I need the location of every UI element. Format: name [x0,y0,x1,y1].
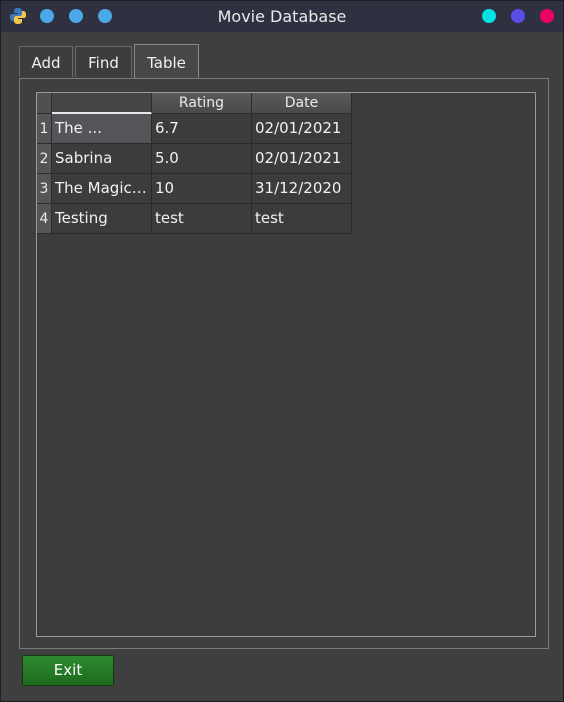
minimize-button[interactable] [482,9,496,23]
column-header-rating[interactable]: Rating [152,93,252,114]
movie-table[interactable]: Rating Date 1 The ... 6.7 02/01/2021 2 S… [36,92,536,637]
column-header-title[interactable] [52,93,152,114]
table-cell-date[interactable]: test [252,204,352,234]
tab-find[interactable]: Find [75,46,132,77]
table-cell-title[interactable]: The Magic… [52,174,152,204]
table-cell-title[interactable]: Testing [52,204,152,234]
column-header-date[interactable]: Date [252,93,352,114]
table-cell-title[interactable]: The ... [52,114,152,144]
title-bar: Movie Database [1,1,563,32]
exit-button[interactable]: Exit [22,655,114,686]
table-cell-date[interactable]: 31/12/2020 [252,174,352,204]
tab-add[interactable]: Add [19,46,73,77]
row-header[interactable]: 1 [37,114,52,144]
app-window: Movie Database Add Find Table Rating Dat… [0,0,564,702]
window-title: Movie Database [217,7,347,26]
tab-label: Find [88,54,119,72]
table-cell-date[interactable]: 02/01/2021 [252,144,352,174]
table-cell-rating[interactable]: 10 [152,174,252,204]
tab-label: Table [147,54,186,72]
table-cell-rating[interactable]: 5.0 [152,144,252,174]
table-corner-button[interactable] [37,93,52,114]
exit-button-label: Exit [53,661,83,679]
tab-table[interactable]: Table [134,44,199,79]
tab-label: Add [31,54,61,72]
table-cell-rating[interactable]: 6.7 [152,114,252,144]
tab-pane-table: Rating Date 1 The ... 6.7 02/01/2021 2 S… [19,78,549,649]
close-button[interactable] [540,9,554,23]
table-cell-rating[interactable]: test [152,204,252,234]
row-header[interactable]: 3 [37,174,52,204]
row-header[interactable]: 4 [37,204,52,234]
maximize-button[interactable] [511,9,525,23]
table-cell-title[interactable]: Sabrina [52,144,152,174]
table-cell-date[interactable]: 02/01/2021 [252,114,352,144]
row-header[interactable]: 2 [37,144,52,174]
